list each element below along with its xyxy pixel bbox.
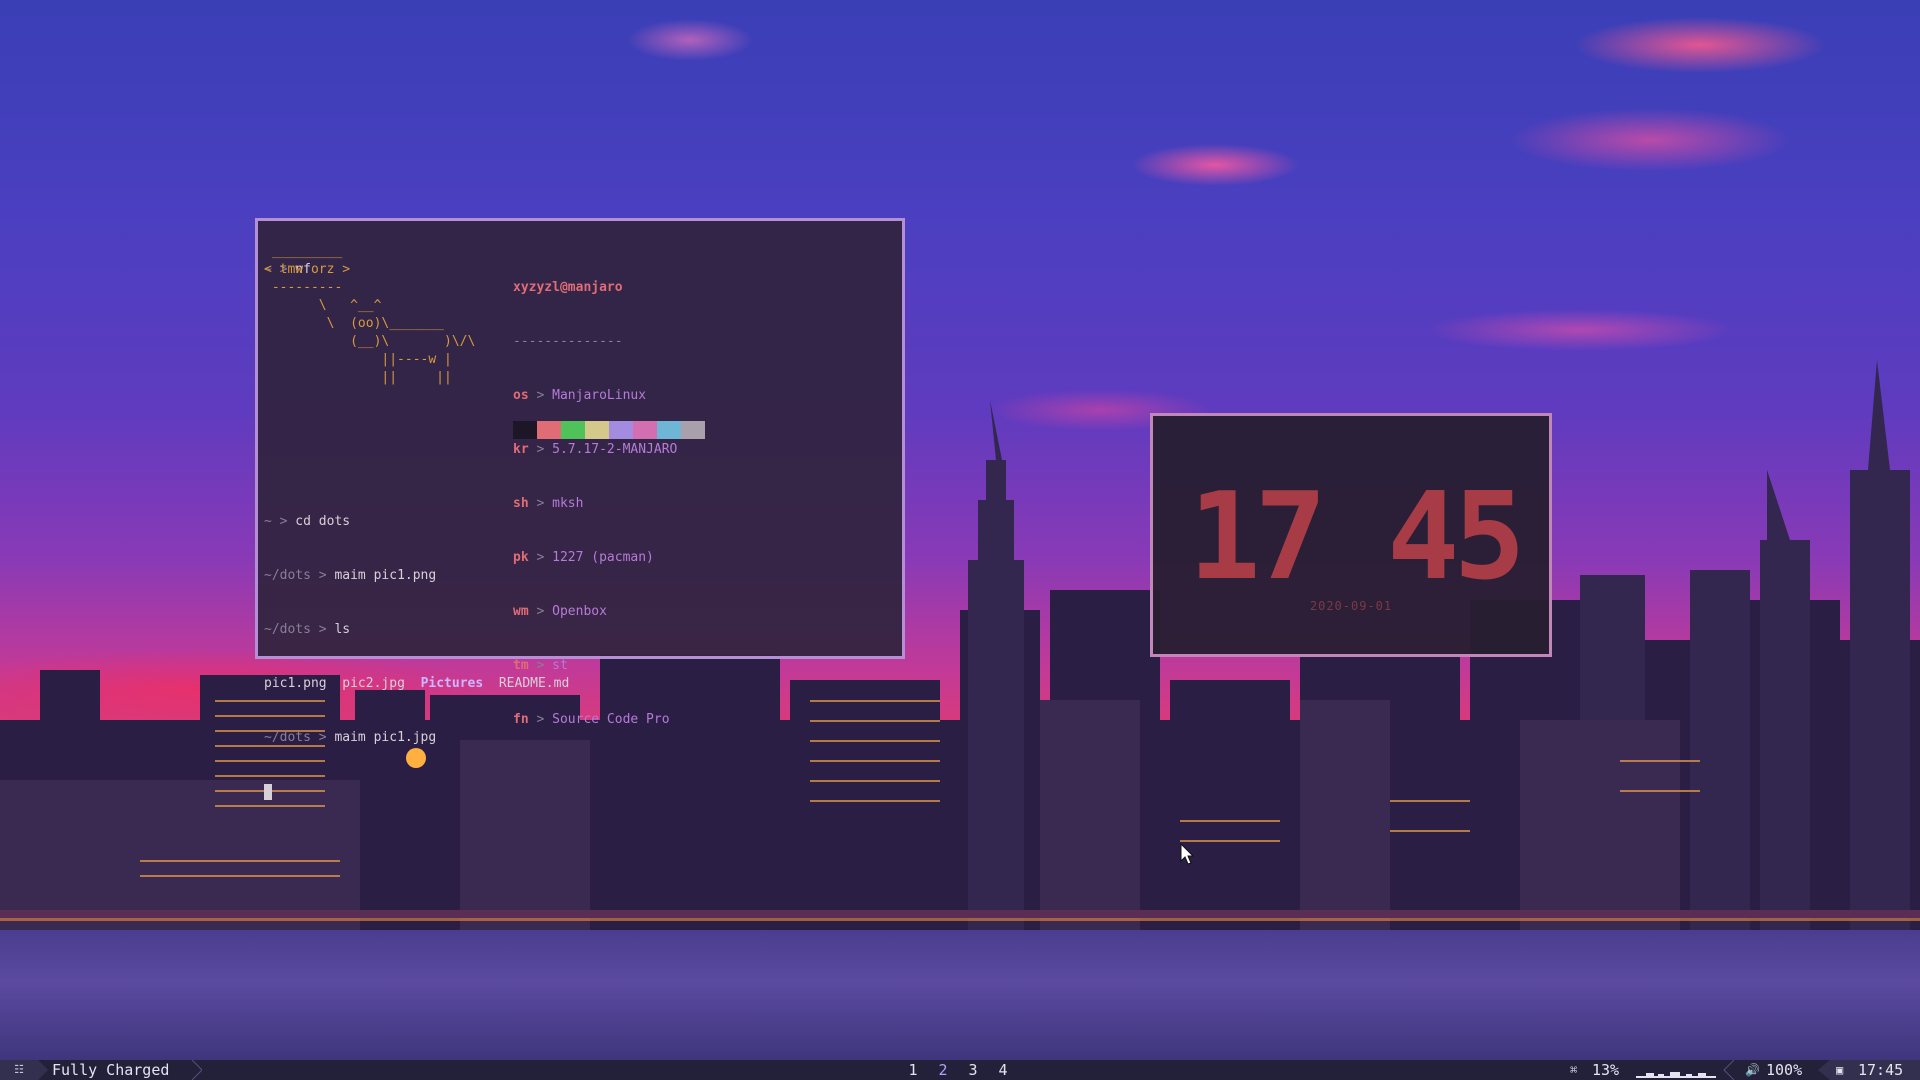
command: cd dots (287, 514, 351, 529)
prompt: ~/dots > (264, 622, 327, 637)
palette-swatch (585, 421, 609, 439)
info-sep: > (528, 388, 553, 403)
command: ls (326, 622, 351, 637)
workspace-3[interactable]: 3 (965, 1060, 981, 1080)
prompt: ~/dots > (264, 730, 327, 745)
color-palette (513, 421, 705, 439)
info-value: ManjaroLinux (552, 388, 647, 403)
cpu-usage: 13% (1592, 1061, 1620, 1079)
clock-icon: ▣ (1836, 1063, 1844, 1077)
clock-date: 2020-09-01 (1309, 599, 1393, 613)
cow-line: || || (264, 370, 452, 385)
prompt: ~/dots > (264, 568, 327, 583)
grid-icon: ☷ (14, 1063, 24, 1076)
info-key: os (513, 388, 529, 403)
cow-line: (__)\ )\/\ (264, 334, 476, 349)
cpu-graph (1636, 1072, 1716, 1078)
menu-button[interactable]: ☷ (0, 1060, 38, 1080)
volume-icon[interactable]: 🔊 (1745, 1060, 1760, 1080)
user-host: xyzyzl@manjaro (513, 280, 623, 295)
separator-icon (1723, 1060, 1734, 1080)
taskbar-time: 17:45 (1858, 1061, 1904, 1079)
palette-swatch (657, 421, 681, 439)
directory-entry: Pictures (420, 676, 484, 691)
separator-icon (192, 1060, 202, 1080)
clock-time-text: 17 45 (1188, 478, 1519, 588)
prompt-line: ~/dots > maim pic1.jpg (264, 729, 569, 747)
cow-line: \ ^__^ (264, 298, 382, 313)
info-row-kernel: kr > 5.7.17-2-MANJARO (513, 441, 677, 459)
prompt: ~ > (264, 514, 288, 529)
info-row-os: os > ManjaroLinux (513, 387, 677, 405)
cow-line: < tmw orz > (264, 262, 351, 277)
file-entry: pic2.jpg (342, 676, 405, 691)
volume-level[interactable]: 100% (1766, 1060, 1802, 1080)
chevron-left-icon (1818, 1060, 1830, 1080)
palette-swatch (633, 421, 657, 439)
info-key: kr (513, 442, 529, 457)
workspace-4[interactable]: 4 (995, 1060, 1011, 1080)
river-water (0, 930, 1920, 1060)
ls-output: pic1.png pic2.jpg Pictures README.md (264, 675, 569, 693)
clock-widget: 17 45 2020-09-01 (1150, 413, 1552, 657)
prompt-line: ~/dots > ls (264, 621, 569, 639)
info-value: Source Code Pro (552, 712, 670, 727)
battery-status: Fully Charged (52, 1061, 170, 1079)
cow-line: ||----w | (264, 352, 452, 367)
terminal-window[interactable]: ~ > nf _________ < tmw orz > --------- \ … (255, 218, 905, 800)
cow-line: \ (oo)\_______ (264, 316, 445, 331)
workspace-2[interactable]: 2 (935, 1060, 951, 1080)
info-underline: -------------- (513, 334, 623, 349)
workspace-switcher: 1 2 3 4 (905, 1060, 1011, 1080)
text-cursor (264, 783, 272, 800)
palette-swatch (681, 421, 705, 439)
chevron-right-icon (38, 1060, 48, 1080)
command: maim pic1.jpg (326, 730, 437, 745)
file-entry: README.md (498, 676, 570, 691)
palette-swatch (609, 421, 633, 439)
workspace-1[interactable]: 1 (905, 1060, 921, 1080)
palette-swatch (561, 421, 585, 439)
info-value: 5.7.17-2-MANJARO (552, 442, 678, 457)
info-sep: > (528, 442, 553, 457)
palette-swatch (537, 421, 561, 439)
taskbar: ☷ Fully Charged 1 2 3 4 ⌘ 13% 🔊 100% ▣ 1… (0, 1060, 1920, 1080)
clock-time-display: 17 45 (1188, 478, 1525, 588)
cpu-icon: ⌘ (1570, 1063, 1578, 1077)
cow-line: _________ (264, 244, 343, 259)
command: maim pic1.png (326, 568, 437, 583)
file-entry: pic1.png (264, 676, 327, 691)
prompt-line: ~/dots > maim pic1.png (264, 567, 569, 585)
terminal-history: ~ > cd dots ~/dots > maim pic1.png ~/dot… (264, 477, 569, 837)
cowsay-art: _________ < tmw orz > --------- \ ^__^ \ … (264, 243, 475, 387)
mouse-pointer-icon (1180, 843, 1194, 865)
cow-line: --------- (264, 280, 343, 295)
prompt-line: ~ > cd dots (264, 513, 569, 531)
input-line[interactable] (264, 783, 569, 801)
palette-swatch (513, 421, 537, 439)
